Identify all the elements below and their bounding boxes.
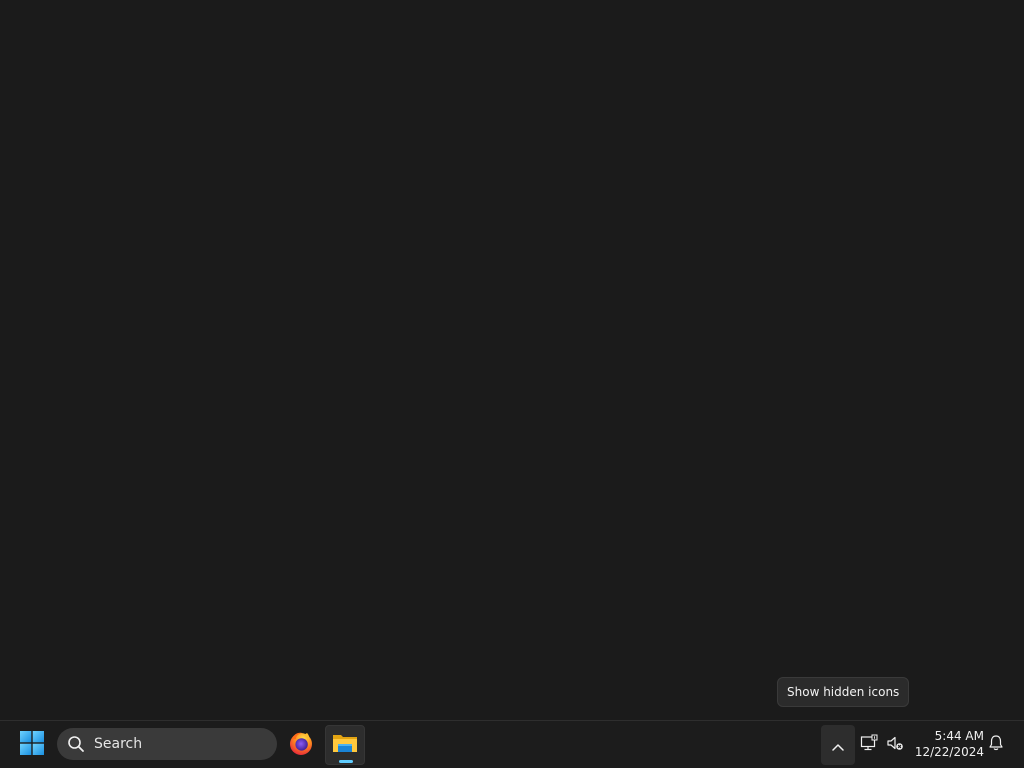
notification-bell-icon [988, 734, 1004, 756]
show-hidden-icons-button[interactable] [821, 725, 855, 765]
clock-time: 5:44 AM [934, 729, 984, 743]
volume-muted-icon [886, 734, 904, 756]
taskbar-app-firefox[interactable] [281, 725, 321, 765]
taskbar: Search 5:44 AM 12/22/2024 [0, 720, 1024, 768]
network-tray-button[interactable] [859, 734, 879, 756]
running-indicator [339, 760, 353, 763]
volume-tray-button[interactable] [885, 735, 905, 755]
desktop-background [0, 0, 1024, 720]
network-icon [860, 734, 878, 756]
chevron-up-icon [832, 736, 844, 755]
show-hidden-icons-tooltip: Show hidden icons [777, 677, 910, 707]
firefox-icon [288, 730, 314, 760]
clock-date-button[interactable]: 5:44 AM 12/22/2024 [912, 728, 984, 760]
file-explorer-icon [332, 731, 358, 759]
taskbar-search-box[interactable]: Search [57, 728, 277, 760]
start-button[interactable] [12, 725, 52, 765]
taskbar-app-file-explorer[interactable] [325, 725, 365, 765]
tooltip-text: Show hidden icons [787, 685, 900, 699]
search-icon [67, 735, 85, 753]
windows-logo-icon [20, 731, 44, 759]
search-label: Search [94, 736, 143, 752]
notification-center-button[interactable] [986, 735, 1006, 755]
clock-date: 12/22/2024 [914, 745, 984, 759]
